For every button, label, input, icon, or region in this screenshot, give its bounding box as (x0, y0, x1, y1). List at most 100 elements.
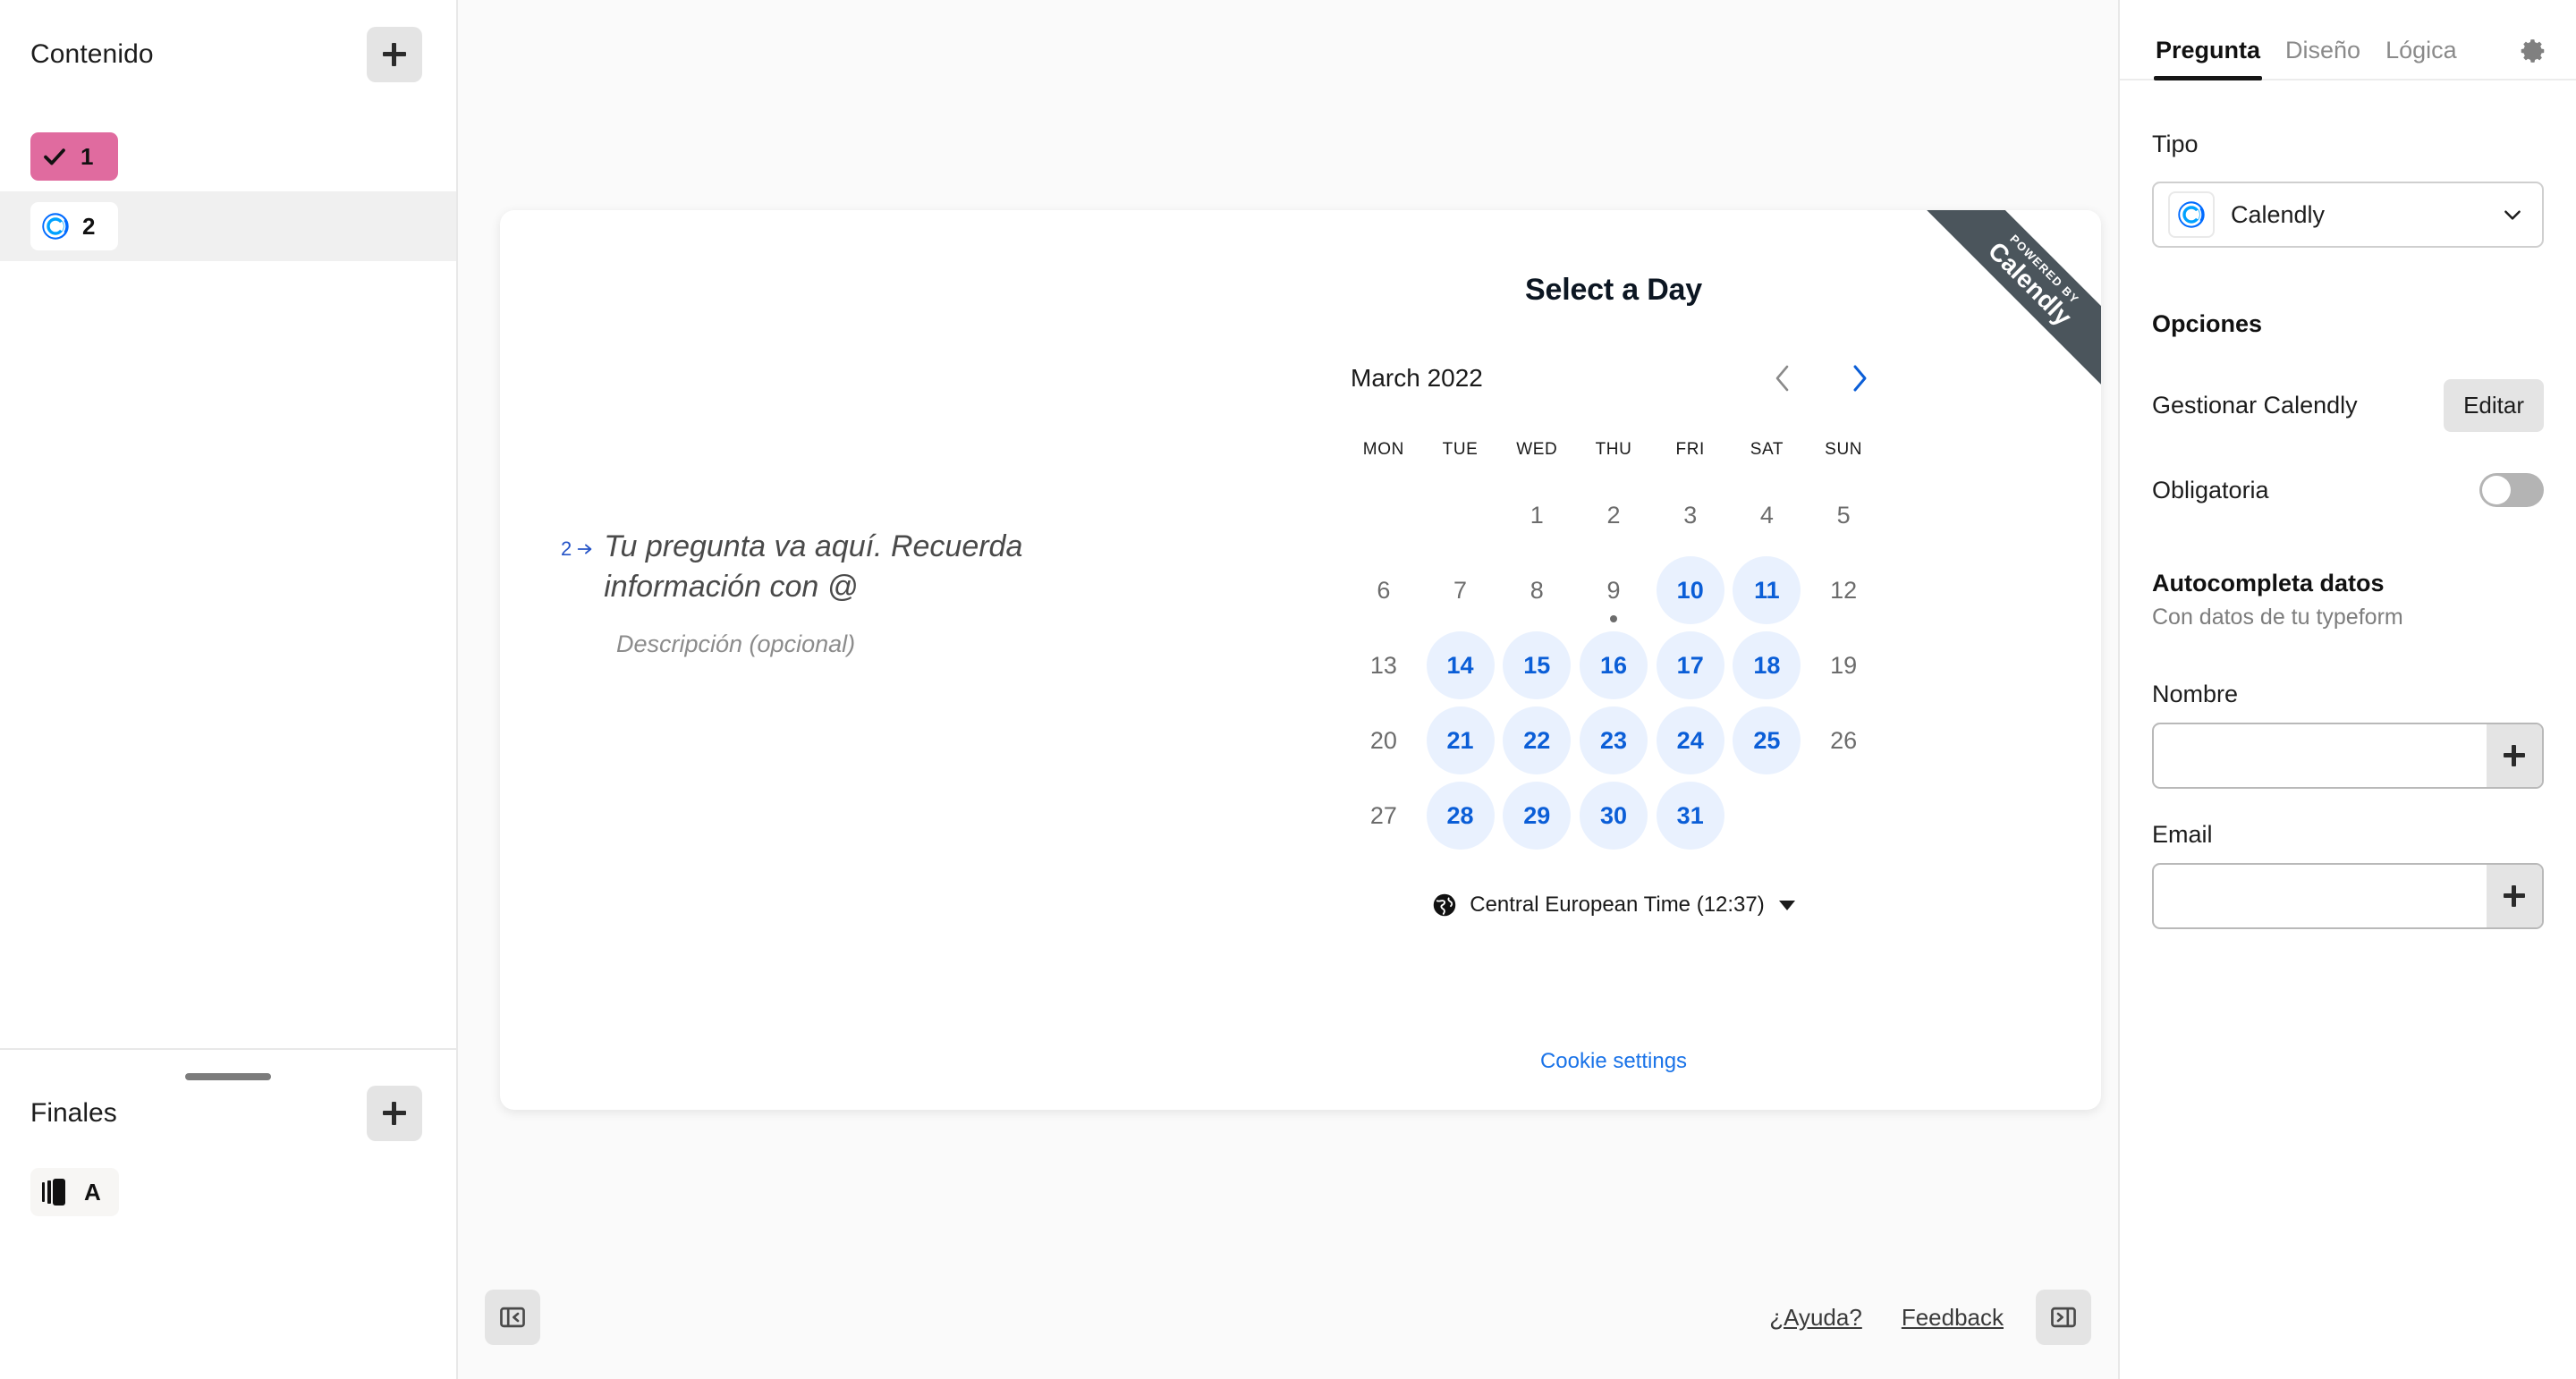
calendar-day-blank (1422, 478, 1499, 553)
calendar-day-cell[interactable]: 30 (1575, 778, 1652, 853)
prev-month-button[interactable] (1766, 360, 1800, 397)
calendar-day-cell[interactable]: 16 (1575, 628, 1652, 703)
settings-panel: Pregunta Diseño Lógica Tipo Calendly Opc… (2118, 0, 2576, 1379)
calendar-day-31[interactable]: 31 (1656, 782, 1724, 850)
calendar-day-2: 2 (1606, 501, 1621, 529)
sidebar-resize-handle[interactable] (185, 1073, 271, 1080)
calendar-day-17[interactable]: 17 (1656, 631, 1724, 699)
today-indicator-dot (1609, 615, 1617, 622)
sidebar-title: Contenido (30, 39, 154, 69)
globe-icon (1433, 893, 1456, 917)
collapse-left-sidebar-button[interactable] (485, 1290, 540, 1345)
calendar-day-cell: 26 (1805, 703, 1882, 778)
question-block: 2 Tu pregunta va aquí. Recuerda informac… (561, 527, 1133, 658)
edit-button[interactable]: Editar (2444, 379, 2544, 432)
calendar: March 2022 MON TUE WED THU FRI SAT SUN 1… (1345, 360, 1882, 853)
calendar-day-28[interactable]: 28 (1426, 782, 1495, 850)
calendar-day-cell[interactable]: 14 (1422, 628, 1499, 703)
calendar-day-11[interactable]: 11 (1733, 556, 1801, 624)
calendar-day-cell[interactable]: 11 (1729, 553, 1806, 628)
question-chip-2[interactable]: 2 (30, 202, 118, 250)
question-title[interactable]: Tu pregunta va aquí. Recuerda informació… (604, 527, 1123, 607)
calendly-title: Select a Day (1525, 273, 1702, 307)
required-toggle[interactable] (2479, 473, 2544, 507)
canvas-bottom-bar: ¿Ayuda? Feedback (458, 1275, 2118, 1379)
sidebar-header: Contenido (0, 0, 456, 109)
question-list: 1 2 (0, 109, 456, 261)
calendar-weekday: MON (1362, 440, 1404, 459)
add-ending-button[interactable] (367, 1086, 422, 1141)
settings-body: Tipo Calendly Opciones Gestionar Calendl… (2120, 131, 2576, 929)
tab-diseno[interactable]: Diseño (2273, 37, 2373, 79)
calendar-weekday: SUN (1825, 440, 1863, 459)
feedback-link[interactable]: Feedback (1902, 1304, 2004, 1332)
calendar-day-cell[interactable]: 15 (1498, 628, 1575, 703)
calendar-day-26: 26 (1830, 726, 1858, 754)
settings-gear-button[interactable] (2517, 36, 2553, 79)
calendar-day-23[interactable]: 23 (1579, 706, 1648, 774)
list-item[interactable]: 1 (0, 122, 456, 191)
tab-pregunta[interactable]: Pregunta (2143, 37, 2273, 80)
name-input[interactable] (2154, 724, 2487, 787)
calendar-day-30[interactable]: 30 (1579, 782, 1648, 850)
chevron-down-icon (2504, 210, 2521, 220)
add-content-button[interactable] (367, 27, 422, 82)
list-item[interactable]: 2 (0, 191, 456, 261)
calendar-day-cell: 3 (1652, 478, 1729, 553)
calendar-day-blank (1345, 478, 1422, 553)
add-name-variable-button[interactable] (2487, 724, 2542, 787)
question-description[interactable]: Descripción (opcional) (616, 630, 1133, 658)
calendar-day-cell[interactable]: 31 (1652, 778, 1729, 853)
calendar-day-cell: 27 (1345, 778, 1422, 853)
calendar-weekday: WED (1516, 440, 1558, 459)
calendar-day-15[interactable]: 15 (1503, 631, 1572, 699)
calendar-day-cell: 6 (1345, 553, 1422, 628)
question-chip-1[interactable]: 1 (30, 132, 118, 181)
calendar-month-label: March 2022 (1351, 364, 1483, 392)
email-input[interactable] (2154, 865, 2487, 927)
calendar-day-cell[interactable]: 17 (1652, 628, 1729, 703)
chevron-left-icon (1775, 365, 1789, 392)
calendar-day-cell[interactable]: 28 (1422, 778, 1499, 853)
calendar-day-14[interactable]: 14 (1426, 631, 1495, 699)
calendar-day-cell[interactable]: 23 (1575, 703, 1652, 778)
calendar-weekday: FRI (1675, 440, 1705, 459)
email-label: Email (2152, 821, 2213, 848)
calendar-day-cell[interactable]: 24 (1652, 703, 1729, 778)
next-month-button[interactable] (1843, 360, 1877, 397)
list-item[interactable]: A (30, 1168, 119, 1216)
calendar-day-25[interactable]: 25 (1733, 706, 1801, 774)
calendar-day-cell: 19 (1805, 628, 1882, 703)
calendar-day-24[interactable]: 24 (1656, 706, 1724, 774)
help-link[interactable]: ¿Ayuda? (1769, 1304, 1862, 1332)
calendar-day-29[interactable]: 29 (1503, 782, 1572, 850)
calendar-day-cell[interactable]: 18 (1729, 628, 1806, 703)
timezone-selector[interactable]: Central European Time (12:37) (1126, 893, 2101, 918)
add-email-variable-button[interactable] (2487, 865, 2542, 927)
calendar-day-10[interactable]: 10 (1656, 556, 1724, 624)
settings-tabs: Pregunta Diseño Lógica (2120, 0, 2576, 80)
calendar-day-22[interactable]: 22 (1503, 706, 1572, 774)
calendar-day-cell[interactable]: 25 (1729, 703, 1806, 778)
collapse-right-panel-button[interactable] (2036, 1290, 2091, 1345)
calendar-day-16[interactable]: 16 (1579, 631, 1648, 699)
calendar-day-cell[interactable]: 29 (1498, 778, 1575, 853)
calendar-day-21[interactable]: 21 (1426, 706, 1495, 774)
plus-icon (2504, 745, 2525, 766)
calendar-day-19: 19 (1830, 651, 1858, 679)
calendar-day-cell[interactable]: 21 (1422, 703, 1499, 778)
chevron-down-icon (1778, 900, 1795, 910)
question-type-select[interactable]: Calendly (2152, 182, 2544, 248)
chevron-right-icon (1853, 365, 1867, 392)
timezone-label: Central European Time (12:37) (1470, 893, 1765, 917)
calendar-weekday: SAT (1750, 440, 1784, 459)
endings-list: A (0, 1161, 456, 1216)
calendar-day-20: 20 (1369, 726, 1397, 754)
calendar-day-cell: 13 (1345, 628, 1422, 703)
name-field-wrapper (2152, 723, 2544, 789)
tab-logica[interactable]: Lógica (2373, 37, 2470, 79)
calendar-day-cell[interactable]: 10 (1652, 553, 1729, 628)
cookie-settings-link[interactable]: Cookie settings (1126, 1049, 2101, 1074)
calendar-day-18[interactable]: 18 (1733, 631, 1801, 699)
calendar-day-cell[interactable]: 22 (1498, 703, 1575, 778)
